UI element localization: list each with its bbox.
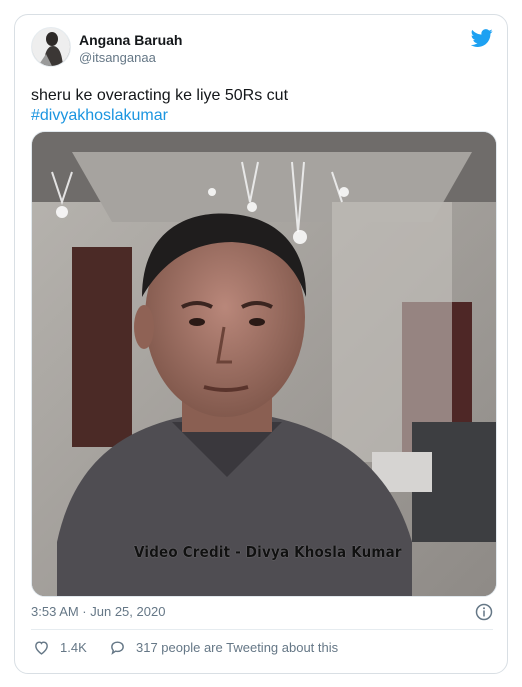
conversation-link[interactable]: 317 people are Tweeting about this — [109, 639, 338, 656]
reply-icon — [111, 641, 124, 655]
info-icon[interactable] — [475, 603, 493, 621]
tweet-text: sheru ke overacting ke liye 50Rs cut #di… — [31, 86, 491, 126]
like-button[interactable]: 1.4K — [33, 639, 87, 656]
user-name[interactable]: Angana Baruah — [79, 32, 182, 48]
video-credit-caption: Video Credit - Divya Khosla Kumar — [134, 543, 402, 561]
user-handle[interactable]: @itsanganaa — [79, 50, 156, 65]
tweet-timestamp[interactable]: 3:53 AM · Jun 25, 2020 — [31, 604, 165, 619]
twitter-bird-icon[interactable] — [471, 27, 493, 49]
hashtag-link[interactable]: #divyakhoslakumar — [31, 106, 491, 126]
conversation-text: 317 people are Tweeting about this — [136, 640, 339, 655]
divider — [31, 629, 493, 630]
video-media[interactable]: Video Credit - Divya Khosla Kumar — [31, 131, 497, 597]
heart-icon — [35, 641, 48, 655]
like-count: 1.4K — [60, 640, 87, 655]
tweet-card[interactable]: Angana Baruah @itsanganaa sheru ke overa… — [14, 14, 508, 674]
tweet-body: sheru ke overacting ke liye 50Rs cut — [31, 87, 289, 104]
video-frame — [32, 132, 496, 596]
avatar[interactable] — [31, 27, 71, 67]
